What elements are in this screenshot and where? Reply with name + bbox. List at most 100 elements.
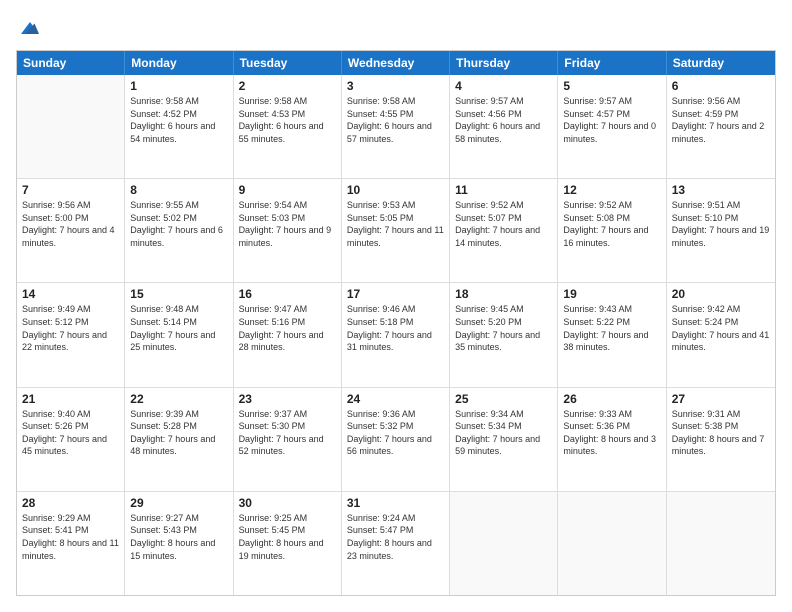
day-28: 28Sunrise: 9:29 AMSunset: 5:41 PMDayligh… xyxy=(17,492,125,595)
day-8: 8 Sunrise: 9:55 AMSunset: 5:02 PMDaylight… xyxy=(125,179,233,282)
day-18: 18Sunrise: 9:45 AMSunset: 5:20 PMDayligh… xyxy=(450,283,558,386)
day-14: 14 Sunrise: 9:49 AMSunset: 5:12 PMDayligh… xyxy=(17,283,125,386)
week-row-4: 21 Sunrise: 9:40 AMSunset: 5:26 PMDayligh… xyxy=(17,388,775,492)
day-number: 14 xyxy=(22,287,119,301)
day-15: 15 Sunrise: 9:48 AMSunset: 5:14 PMDayligh… xyxy=(125,283,233,386)
day-number: 12 xyxy=(563,183,660,197)
day-20: 20 Sunrise: 9:42 AMSunset: 5:24 PMDayligh… xyxy=(667,283,775,386)
day-number: 8 xyxy=(130,183,227,197)
day-info: Sunrise: 9:54 AMSunset: 5:03 PMDaylight:… xyxy=(239,199,336,249)
day-number: 20 xyxy=(672,287,770,301)
day-number: 26 xyxy=(563,392,660,406)
day-number: 6 xyxy=(672,79,770,93)
day-2: 2 Sunrise: 9:58 AMSunset: 4:53 PMDaylight… xyxy=(234,75,342,178)
day-21: 21 Sunrise: 9:40 AMSunset: 5:26 PMDayligh… xyxy=(17,388,125,491)
day-number: 25 xyxy=(455,392,552,406)
day-number: 5 xyxy=(563,79,660,93)
day-number: 17 xyxy=(347,287,444,301)
day-number: 15 xyxy=(130,287,227,301)
day-info: Sunrise: 9:33 AMSunset: 5:36 PMDaylight:… xyxy=(563,408,660,458)
week-row-1: 1Sunrise: 9:58 AMSunset: 4:52 PMDaylight… xyxy=(17,75,775,179)
day-6: 6 Sunrise: 9:56 AMSunset: 4:59 PMDaylight… xyxy=(667,75,775,178)
header-thursday: Thursday xyxy=(450,51,558,75)
day-info: Sunrise: 9:58 AMSunset: 4:52 PMDaylight:… xyxy=(130,95,227,145)
header-friday: Friday xyxy=(558,51,666,75)
day-number: 31 xyxy=(347,496,444,510)
day-19: 19Sunrise: 9:43 AMSunset: 5:22 PMDayligh… xyxy=(558,283,666,386)
day-info: Sunrise: 9:56 AMSunset: 4:59 PMDaylight:… xyxy=(672,95,770,145)
day-number: 19 xyxy=(563,287,660,301)
day-11: 11 Sunrise: 9:52 AMSunset: 5:07 PMDayligh… xyxy=(450,179,558,282)
day-5: 5Sunrise: 9:57 AMSunset: 4:57 PMDaylight… xyxy=(558,75,666,178)
day-10: 10 Sunrise: 9:53 AMSunset: 5:05 PMDayligh… xyxy=(342,179,450,282)
day-info: Sunrise: 9:58 AMSunset: 4:53 PMDaylight:… xyxy=(239,95,336,145)
day-number: 18 xyxy=(455,287,552,301)
day-7: 7Sunrise: 9:56 AMSunset: 5:00 PMDaylight… xyxy=(17,179,125,282)
day-info: Sunrise: 9:36 AMSunset: 5:32 PMDaylight:… xyxy=(347,408,444,458)
day-info: Sunrise: 9:40 AMSunset: 5:26 PMDaylight:… xyxy=(22,408,119,458)
day-number: 3 xyxy=(347,79,444,93)
day-info: Sunrise: 9:53 AMSunset: 5:05 PMDaylight:… xyxy=(347,199,444,249)
day-27: 27 Sunrise: 9:31 AMSunset: 5:38 PMDayligh… xyxy=(667,388,775,491)
day-number: 2 xyxy=(239,79,336,93)
day-number: 24 xyxy=(347,392,444,406)
week-row-5: 28Sunrise: 9:29 AMSunset: 5:41 PMDayligh… xyxy=(17,492,775,595)
day-17: 17 Sunrise: 9:46 AMSunset: 5:18 PMDayligh… xyxy=(342,283,450,386)
day-number: 13 xyxy=(672,183,770,197)
day-info: Sunrise: 9:56 AMSunset: 5:00 PMDaylight:… xyxy=(22,199,119,249)
header-wednesday: Wednesday xyxy=(342,51,450,75)
day-info: Sunrise: 9:57 AMSunset: 4:56 PMDaylight:… xyxy=(455,95,552,145)
header-monday: Monday xyxy=(125,51,233,75)
day-number: 23 xyxy=(239,392,336,406)
week-row-3: 14 Sunrise: 9:49 AMSunset: 5:12 PMDayligh… xyxy=(17,283,775,387)
day-number: 9 xyxy=(239,183,336,197)
logo-icon xyxy=(18,16,42,40)
day-number: 4 xyxy=(455,79,552,93)
day-info: Sunrise: 9:47 AMSunset: 5:16 PMDaylight:… xyxy=(239,303,336,353)
day-13: 13 Sunrise: 9:51 AMSunset: 5:10 PMDayligh… xyxy=(667,179,775,282)
header-sunday: Sunday xyxy=(17,51,125,75)
logo xyxy=(16,16,42,40)
day-1: 1Sunrise: 9:58 AMSunset: 4:52 PMDaylight… xyxy=(125,75,233,178)
week-row-2: 7Sunrise: 9:56 AMSunset: 5:00 PMDaylight… xyxy=(17,179,775,283)
empty-cell xyxy=(558,492,666,595)
day-number: 11 xyxy=(455,183,552,197)
day-info: Sunrise: 9:42 AMSunset: 5:24 PMDaylight:… xyxy=(672,303,770,353)
day-number: 22 xyxy=(130,392,227,406)
day-25: 25 Sunrise: 9:34 AMSunset: 5:34 PMDayligh… xyxy=(450,388,558,491)
day-16: 16 Sunrise: 9:47 AMSunset: 5:16 PMDayligh… xyxy=(234,283,342,386)
day-info: Sunrise: 9:51 AMSunset: 5:10 PMDaylight:… xyxy=(672,199,770,249)
day-number: 16 xyxy=(239,287,336,301)
day-info: Sunrise: 9:29 AMSunset: 5:41 PMDaylight:… xyxy=(22,512,119,562)
day-number: 10 xyxy=(347,183,444,197)
day-30: 30Sunrise: 9:25 AMSunset: 5:45 PMDayligh… xyxy=(234,492,342,595)
day-number: 27 xyxy=(672,392,770,406)
calendar-body: 1Sunrise: 9:58 AMSunset: 4:52 PMDaylight… xyxy=(17,75,775,595)
day-info: Sunrise: 9:49 AMSunset: 5:12 PMDaylight:… xyxy=(22,303,119,353)
calendar-header: Sunday Monday Tuesday Wednesday Thursday… xyxy=(17,51,775,75)
empty-cell xyxy=(667,492,775,595)
day-29: 29Sunrise: 9:27 AMSunset: 5:43 PMDayligh… xyxy=(125,492,233,595)
day-info: Sunrise: 9:37 AMSunset: 5:30 PMDaylight:… xyxy=(239,408,336,458)
day-info: Sunrise: 9:55 AMSunset: 5:02 PMDaylight:… xyxy=(130,199,227,249)
day-3: 3Sunrise: 9:58 AMSunset: 4:55 PMDaylight… xyxy=(342,75,450,178)
day-info: Sunrise: 9:31 AMSunset: 5:38 PMDaylight:… xyxy=(672,408,770,458)
empty-cell xyxy=(17,75,125,178)
day-info: Sunrise: 9:34 AMSunset: 5:34 PMDaylight:… xyxy=(455,408,552,458)
day-info: Sunrise: 9:48 AMSunset: 5:14 PMDaylight:… xyxy=(130,303,227,353)
page: Sunday Monday Tuesday Wednesday Thursday… xyxy=(0,0,792,612)
day-info: Sunrise: 9:24 AMSunset: 5:47 PMDaylight:… xyxy=(347,512,444,562)
day-number: 21 xyxy=(22,392,119,406)
day-24: 24 Sunrise: 9:36 AMSunset: 5:32 PMDayligh… xyxy=(342,388,450,491)
day-info: Sunrise: 9:46 AMSunset: 5:18 PMDaylight:… xyxy=(347,303,444,353)
day-info: Sunrise: 9:52 AMSunset: 5:07 PMDaylight:… xyxy=(455,199,552,249)
day-info: Sunrise: 9:52 AMSunset: 5:08 PMDaylight:… xyxy=(563,199,660,249)
day-22: 22Sunrise: 9:39 AMSunset: 5:28 PMDayligh… xyxy=(125,388,233,491)
day-12: 12 Sunrise: 9:52 AMSunset: 5:08 PMDayligh… xyxy=(558,179,666,282)
day-9: 9 Sunrise: 9:54 AMSunset: 5:03 PMDaylight… xyxy=(234,179,342,282)
calendar: Sunday Monday Tuesday Wednesday Thursday… xyxy=(16,50,776,596)
day-23: 23 Sunrise: 9:37 AMSunset: 5:30 PMDayligh… xyxy=(234,388,342,491)
day-26: 26 Sunrise: 9:33 AMSunset: 5:36 PMDayligh… xyxy=(558,388,666,491)
day-number: 29 xyxy=(130,496,227,510)
day-4: 4 Sunrise: 9:57 AMSunset: 4:56 PMDaylight… xyxy=(450,75,558,178)
